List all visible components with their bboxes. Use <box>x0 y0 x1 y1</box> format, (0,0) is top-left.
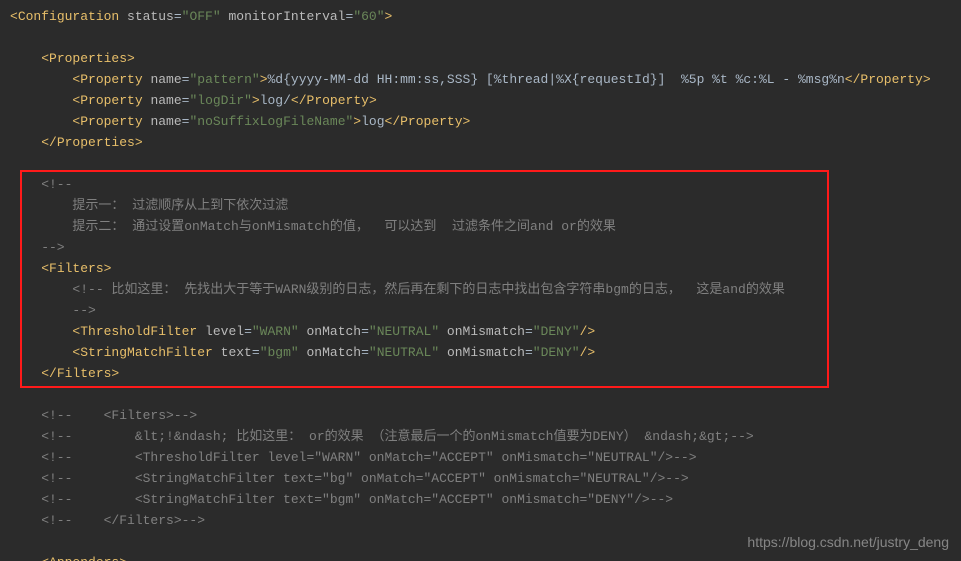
code-line: 提示一： 过滤顺序从上到下依次过滤 <box>10 198 288 213</box>
code-line: <!-- <box>10 177 72 192</box>
code-line: <Properties> <box>10 51 135 66</box>
code-line: <!-- &lt;!&ndash; 比如这里： or的效果 （注意最后一个的on… <box>10 429 754 444</box>
code-line: <StringMatchFilter text="bgm" onMatch="N… <box>10 345 595 360</box>
code-line: </Properties> <box>10 135 143 150</box>
code-line: --> <box>10 240 65 255</box>
code-block: <Configuration status="OFF" monitorInter… <box>0 0 961 561</box>
code-line: <Appenders> <box>10 555 127 561</box>
watermark-text: https://blog.csdn.net/justry_deng <box>747 532 949 553</box>
code-line: <Property name="pattern">%d{yyyy-MM-dd H… <box>10 72 931 87</box>
code-line: <!-- <StringMatchFilter text="bg" onMatc… <box>10 471 689 486</box>
code-line: <!-- <ThresholdFilter level="WARN" onMat… <box>10 450 697 465</box>
code-line: <Filters> <box>10 261 111 276</box>
code-line: <!-- </Filters>--> <box>10 513 205 528</box>
code-line: <!-- <Filters>--> <box>10 408 197 423</box>
code-line: </Filters> <box>10 366 119 381</box>
code-line: 提示二： 通过设置onMatch与onMismatch的值， 可以达到 过滤条件… <box>10 219 616 234</box>
code-line: --> <box>10 303 96 318</box>
code-line: <Property name="logDir">log/</Property> <box>10 93 377 108</box>
code-line: <ThresholdFilter level="WARN" onMatch="N… <box>10 324 595 339</box>
code-line: <!-- <StringMatchFilter text="bgm" onMat… <box>10 492 673 507</box>
code-line: <!-- 比如这里： 先找出大于等于WARN级别的日志，然后再在剩下的日志中找出… <box>10 282 785 297</box>
code-line: <Configuration status="OFF" monitorInter… <box>10 9 392 24</box>
code-line: <Property name="noSuffixLogFileName">log… <box>10 114 470 129</box>
